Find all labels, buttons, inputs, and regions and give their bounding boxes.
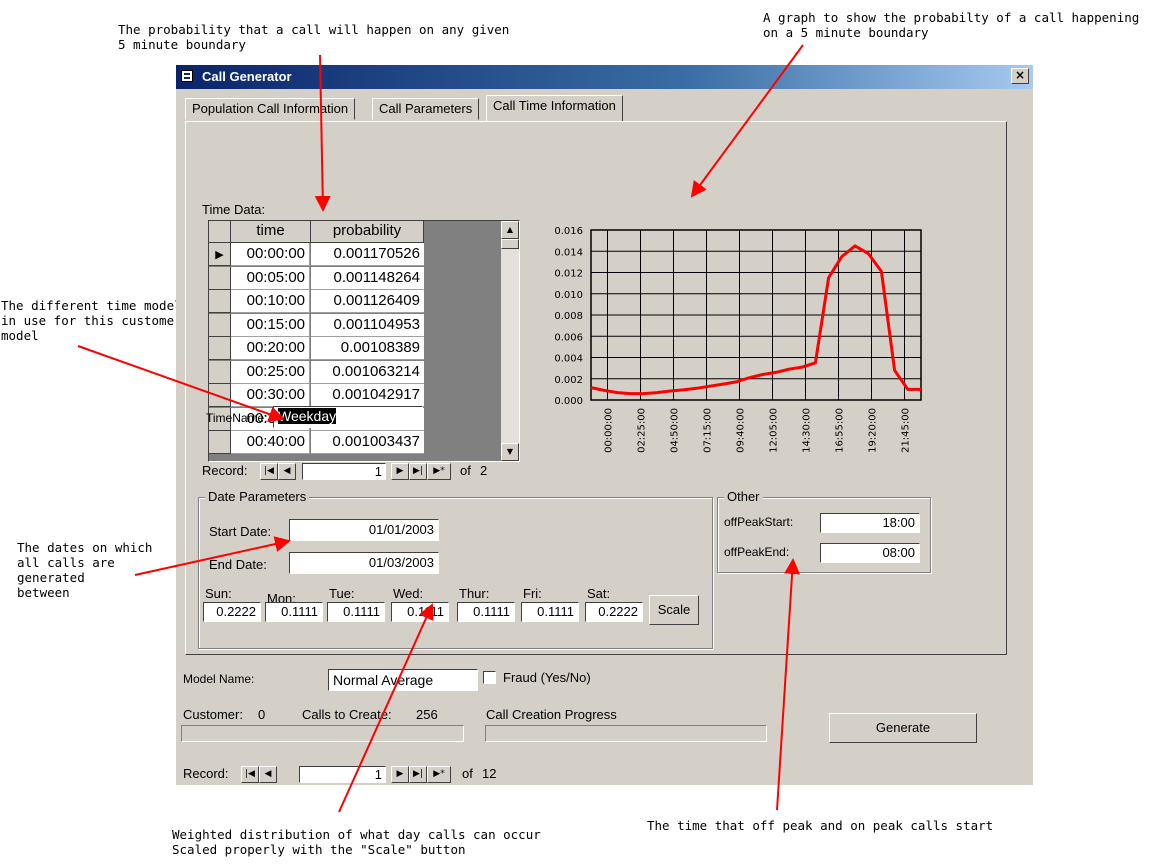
- probability-arrow: [314, 54, 331, 212]
- weights-arrow: [338, 603, 434, 813]
- dates-arrow: [134, 536, 291, 576]
- time-model-arrow: [77, 345, 285, 422]
- graph-arrow: [690, 44, 804, 198]
- annotation-arrows: [77, 44, 804, 813]
- tab-call-time-information[interactable]: Call Time Information: [486, 95, 623, 121]
- offpeak-arrow: [776, 558, 801, 811]
